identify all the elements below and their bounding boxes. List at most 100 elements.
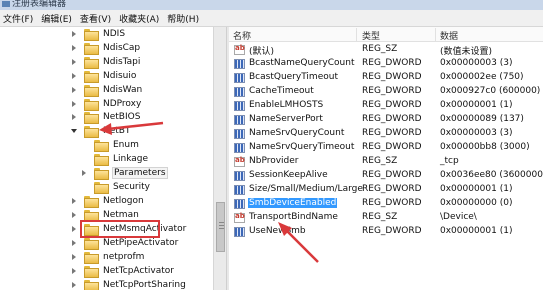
expand-icon[interactable] (70, 69, 78, 83)
tree-item-label: NetPipeActivator (103, 238, 179, 248)
value-row[interactable]: BcastQueryTimeout REG_DWORD 0x000002ee (75… (229, 71, 543, 85)
annotation-highlight-box (80, 220, 160, 238)
value-name: NbProvider (249, 156, 299, 166)
expand-icon[interactable] (70, 194, 78, 208)
expand-icon[interactable] (70, 278, 78, 290)
tree-item-ndproxy[interactable]: NDProxy (70, 97, 142, 111)
collapse-icon[interactable] (70, 124, 78, 138)
tree-item-label: NetBIOS (103, 112, 141, 122)
tree-item-label: Security (113, 182, 150, 192)
tree-item-netprofm[interactable]: netprofm (70, 250, 145, 264)
grip-icon (219, 225, 224, 226)
value-row[interactable]: TransportBindName REG_SZ \Device\ (229, 211, 543, 225)
dword-value-icon (234, 185, 245, 195)
value-row[interactable]: BcastNameQueryCount REG_DWORD 0x00000003 (… (229, 57, 543, 71)
expand-icon[interactable] (70, 250, 78, 264)
value-data: _tcp (440, 156, 459, 166)
value-row[interactable]: CacheTimeout REG_DWORD 0x000927c0 (600000) (229, 85, 543, 99)
tree-item-linkage[interactable]: Linkage (80, 152, 149, 166)
tree-item-label: NdisTapi (103, 57, 141, 67)
tree-item-security[interactable]: Security (80, 180, 151, 194)
menu-file[interactable]: 文件(F) (0, 12, 38, 25)
value-data: 0x00000bb8 (3000) (440, 142, 530, 152)
value-row[interactable]: UseNewSmb REG_DWORD 0x00000001 (1) (229, 225, 543, 239)
value-row[interactable]: NameSrvQueryTimeout REG_DWORD 0x00000bb8 (… (229, 141, 543, 155)
column-divider[interactable] (356, 28, 357, 41)
folder-icon (84, 238, 99, 250)
expand-icon[interactable] (70, 97, 78, 111)
expand-icon[interactable] (70, 208, 78, 222)
column-divider[interactable] (435, 28, 436, 41)
tree-item-ndis[interactable]: NDIS (70, 27, 126, 41)
expand-icon[interactable] (70, 55, 78, 69)
tree-item-parameters[interactable]: Parameters (80, 166, 168, 180)
value-row[interactable]: Size/Small/Medium/Large REG_DWORD 0x000000… (229, 183, 543, 197)
dword-value-icon (234, 87, 245, 97)
dword-value-icon (234, 227, 245, 237)
expand-icon[interactable] (70, 236, 78, 250)
value-row[interactable]: EnableLMHOSTS REG_DWORD 0x00000001 (1) (229, 99, 543, 113)
value-row-selected[interactable]: SmbDeviceEnabled REG_DWORD 0x00000000 (0) (229, 197, 543, 211)
value-name: (默认) (249, 47, 275, 57)
tree-item-netlogon[interactable]: Netlogon (70, 194, 145, 208)
value-row[interactable]: NameServerPort REG_DWORD 0x00000089 (137) (229, 113, 543, 127)
column-header-name[interactable]: 名称 (233, 29, 251, 42)
tree-item-ndiswan[interactable]: NdisWan (70, 83, 143, 97)
folder-icon (84, 71, 99, 83)
tree-item-nettcpactivator[interactable]: NetTcpActivator (70, 264, 175, 278)
folder-icon (84, 99, 99, 111)
folder-icon (94, 140, 109, 152)
value-row[interactable]: SessionKeepAlive REG_DWORD 0x0036ee80 (360… (229, 169, 543, 183)
scrollbar-thumb[interactable] (216, 202, 225, 252)
folder-open-icon (84, 126, 99, 138)
column-header-type[interactable]: 类型 (362, 29, 380, 42)
expand-icon[interactable] (70, 27, 78, 41)
tree-item-ndiscap[interactable]: NdisCap (70, 41, 141, 55)
tree-item-netbios[interactable]: NetBIOS (70, 110, 141, 124)
tree-item-label: Parameters (112, 167, 168, 179)
tree-item-label: Enum (113, 140, 139, 150)
menu-favorites[interactable]: 收藏夹(A) (116, 12, 164, 25)
tree-item-netbt[interactable]: NetBT (70, 124, 131, 138)
expand-icon[interactable] (70, 222, 78, 236)
tree-item-netpipeactivator[interactable]: NetPipeActivator (70, 236, 179, 250)
expand-icon[interactable] (80, 166, 88, 180)
folder-icon (94, 154, 109, 166)
expand-icon[interactable] (70, 41, 78, 55)
menu-help[interactable]: 帮助(H) (164, 12, 204, 25)
value-data: 0x00000001 (1) (440, 100, 513, 110)
menu-view[interactable]: 查看(V) (77, 12, 116, 25)
expand-icon[interactable] (70, 110, 78, 124)
folder-icon (84, 252, 99, 264)
value-type: REG_DWORD (362, 184, 422, 194)
value-row[interactable]: NbProvider REG_SZ _tcp (229, 155, 543, 169)
value-type: REG_DWORD (362, 58, 422, 68)
tree-scrollbar[interactable] (213, 27, 226, 290)
dword-value-icon (234, 73, 245, 83)
expand-icon[interactable] (70, 264, 78, 278)
value-data: (数值未设置) (440, 47, 493, 57)
tree-item-label: Ndisuio (103, 71, 137, 81)
value-data: 0x00000001 (1) (440, 184, 513, 194)
column-header-data[interactable]: 数据 (440, 29, 458, 42)
string-value-icon (234, 156, 245, 167)
string-value-icon (234, 44, 245, 55)
tree-item-nettcpportsharing[interactable]: NetTcpPortSharing (70, 278, 187, 290)
value-name: BcastNameQueryCount (249, 58, 355, 68)
value-data: 0x00000003 (3) (440, 58, 513, 68)
registry-key-tree: NDIS NdisCap NdisTapi Ndisuio NdisWan ND… (0, 27, 213, 290)
tree-item-enum[interactable]: Enum (80, 138, 140, 152)
value-row[interactable]: NameSrvQueryCount REG_DWORD 0x00000003 (3) (229, 127, 543, 141)
folder-icon (84, 210, 99, 222)
tree-item-ndistapi[interactable]: NdisTapi (70, 55, 141, 69)
tree-item-ndisuio[interactable]: Ndisuio (70, 69, 137, 83)
tree-item-label: Netlogon (103, 196, 144, 206)
value-name: EnableLMHOSTS (249, 100, 324, 110)
expand-icon[interactable] (70, 83, 78, 97)
value-type: REG_DWORD (362, 72, 422, 82)
value-data: 0x00000000 (0) (440, 198, 513, 208)
menu-edit[interactable]: 编辑(E) (38, 12, 77, 25)
value-type: REG_SZ (362, 212, 398, 222)
value-row[interactable]: (默认) REG_SZ (数值未设置) (229, 43, 543, 57)
